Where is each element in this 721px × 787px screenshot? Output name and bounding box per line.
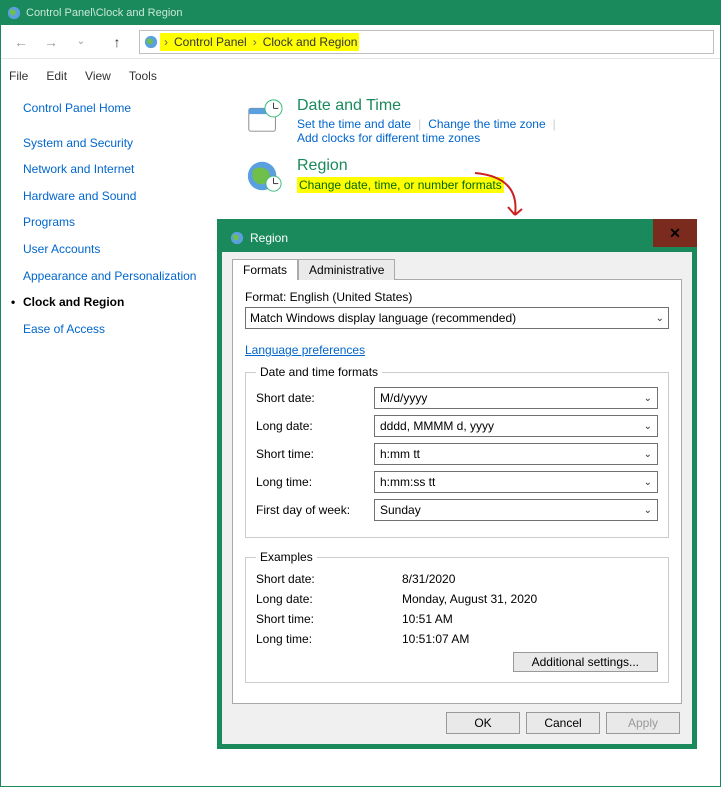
tab-administrative[interactable]: Administrative [298,259,395,280]
globe-icon [7,6,21,20]
menu-file[interactable]: File [9,69,28,83]
first-day-label: First day of week: [256,503,374,517]
breadcrumb-part[interactable]: Clock and Region [263,35,358,49]
chevron-down-icon: ⌄ [644,421,652,432]
breadcrumb-part[interactable]: Control Panel [174,35,247,49]
nav-toolbar: ← → ⌄ ↑ › Control Panel › Clock and Regi… [1,25,720,59]
sidebar-item[interactable]: Ease of Access [23,322,201,338]
short-time-select[interactable]: h:mm tt⌄ [374,443,658,465]
dialog-title-bar: Region ✕ [222,224,692,252]
close-button[interactable]: ✕ [653,219,697,247]
tab-panel-formats: Format: English (United States) Match Wi… [232,279,682,704]
link-change-zone[interactable]: Change the time zone [428,117,545,131]
ex-long-time-value: 10:51:07 AM [402,632,469,646]
ok-button[interactable]: OK [446,712,520,734]
menu-tools[interactable]: Tools [129,69,157,83]
sidebar-item-active[interactable]: Clock and Region [23,295,201,311]
category-title-region[interactable]: Region [297,157,504,175]
region-dialog: Region ✕ Formats Administrative Format: … [217,219,697,749]
sidebar-item[interactable]: User Accounts [23,242,201,258]
ex-long-date-label: Long date: [256,592,402,606]
ex-short-time-label: Short time: [256,612,402,626]
language-preferences-link[interactable]: Language preferences [245,343,365,357]
long-time-label: Long time: [256,475,374,489]
datetime-formats-legend: Date and time formats [256,365,382,379]
chevron-down-icon: ⌄ [644,505,652,516]
chevron-down-icon: ⌄ [656,313,664,324]
window-title: Control Panel\Clock and Region [26,7,183,19]
dialog-title: Region [250,231,288,245]
back-button[interactable]: ← [7,28,35,56]
format-label: Format: English (United States) [245,290,669,304]
menu-bar: File Edit View Tools [1,65,720,87]
format-value: Match Windows display language (recommen… [250,311,516,325]
long-date-select[interactable]: dddd, MMMM d, yyyy⌄ [374,415,658,437]
format-select[interactable]: Match Windows display language (recommen… [245,307,669,329]
category-title-datetime[interactable]: Date and Time [297,97,710,115]
sidebar-item[interactable]: System and Security [23,136,201,152]
breadcrumb-sep: › [162,35,170,49]
ex-short-date-label: Short date: [256,572,402,586]
chevron-down-icon: ⌄ [644,477,652,488]
ex-long-date-value: Monday, August 31, 2020 [402,592,537,606]
up-button[interactable]: ↑ [103,28,131,56]
recent-dropdown[interactable]: ⌄ [67,28,95,56]
sidebar-home[interactable]: Control Panel Home [23,101,201,117]
short-date-select[interactable]: M/d/yyyy⌄ [374,387,658,409]
link-change-formats[interactable]: Change date, time, or number formats [297,177,504,193]
short-time-label: Short time: [256,447,374,461]
clock-icon [245,97,283,135]
breadcrumb-sep: › [251,35,259,49]
ex-short-time-value: 10:51 AM [402,612,453,626]
sidebar-item[interactable]: Network and Internet [23,162,201,178]
long-date-label: Long date: [256,419,374,433]
chevron-down-icon: ⌄ [644,393,652,404]
additional-settings-button[interactable]: Additional settings... [513,652,658,672]
sidebar-item[interactable]: Appearance and Personalization [23,269,201,285]
apply-button[interactable]: Apply [606,712,680,734]
sidebar-item[interactable]: Programs [23,215,201,231]
ex-short-date-value: 8/31/2020 [402,572,455,586]
examples-legend: Examples [256,550,317,564]
sidebar: Control Panel Home System and Security N… [1,95,211,348]
tab-formats[interactable]: Formats [232,259,298,280]
link-set-time[interactable]: Set the time and date [297,117,411,131]
long-time-select[interactable]: h:mm:ss tt⌄ [374,471,658,493]
menu-edit[interactable]: Edit [46,69,67,83]
globe-icon [144,35,158,49]
sidebar-item[interactable]: Hardware and Sound [23,189,201,205]
forward-button[interactable]: → [37,28,65,56]
ex-long-time-label: Long time: [256,632,402,646]
link-add-clocks[interactable]: Add clocks for different time zones [297,131,480,145]
cancel-button[interactable]: Cancel [526,712,600,734]
globe-icon [230,231,244,245]
first-day-select[interactable]: Sunday⌄ [374,499,658,521]
datetime-formats-group: Date and time formats Short date: M/d/yy… [245,365,669,538]
short-date-label: Short date: [256,391,374,405]
menu-view[interactable]: View [85,69,111,83]
chevron-down-icon: ⌄ [644,449,652,460]
examples-group: Examples Short date:8/31/2020 Long date:… [245,550,669,683]
address-bar[interactable]: › Control Panel › Clock and Region [139,30,714,54]
region-icon [245,157,283,195]
window-title-bar: Control Panel\Clock and Region [1,1,720,25]
